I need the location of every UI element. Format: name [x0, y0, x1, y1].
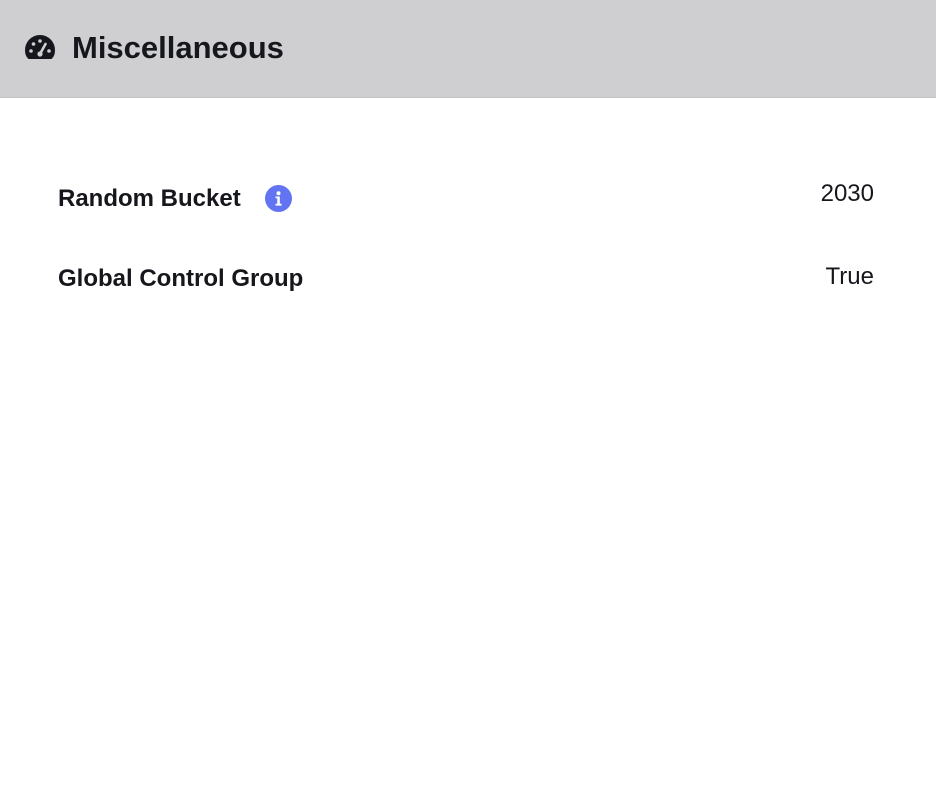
section-header: Miscellaneous [0, 0, 936, 98]
section-title: Miscellaneous [72, 30, 284, 65]
speedometer-icon [24, 33, 56, 61]
global-control-group-label: Global Control Group [58, 265, 304, 292]
detail-row-global-control-group: Global Control Group True [58, 259, 874, 295]
global-control-group-value: True [825, 263, 874, 290]
detail-row-random-bucket: Random Bucket 2030 [58, 179, 874, 215]
random-bucket-value: 2030 [820, 180, 874, 207]
random-bucket-label: Random Bucket [58, 185, 241, 212]
info-icon[interactable] [265, 185, 292, 212]
